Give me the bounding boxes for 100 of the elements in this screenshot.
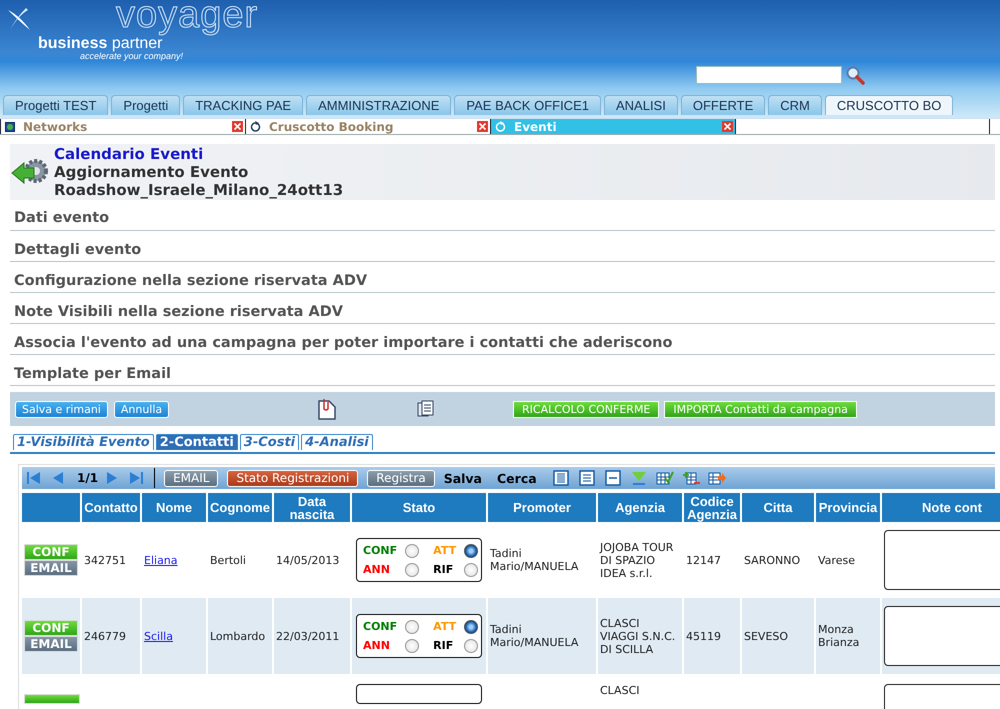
section-header[interactable]: Dettagli evento <box>10 232 995 262</box>
note-field[interactable] <box>884 606 1000 666</box>
table-cell: Tadini Mario/MANUELA <box>490 623 578 649</box>
first-page-icon[interactable] <box>26 470 42 486</box>
search-icon[interactable] <box>845 65 865 85</box>
page-subtitle: Aggiornamento Evento <box>54 163 250 181</box>
radio-button[interactable] <box>464 544 478 558</box>
column-header: Cognome <box>208 492 272 522</box>
name-link[interactable]: Eliana <box>144 554 178 566</box>
section-header[interactable]: Note Visibili nella sezione riservata ADV <box>10 294 995 324</box>
menu-tab[interactable]: Progetti <box>111 95 180 115</box>
search-field[interactable] <box>696 66 842 84</box>
close-icon[interactable] <box>722 121 733 132</box>
globe-icon <box>5 122 15 132</box>
menu-tab[interactable]: ANALISI <box>604 95 678 115</box>
logo-brand: voyager <box>116 0 258 36</box>
tab[interactable]: 1-Visibilità Evento <box>13 434 154 450</box>
table-export-icon[interactable] <box>708 470 726 486</box>
table-cell: 14/05/2013 <box>276 554 340 566</box>
column-header: Stato <box>352 492 486 522</box>
window-tab[interactable]: Cruscotto Booking <box>245 119 490 134</box>
menu-tab[interactable]: OFFERTE <box>680 95 766 115</box>
status-label: CONF <box>363 620 398 633</box>
status-label: ANN <box>363 639 391 652</box>
status-label: ATT <box>433 544 456 557</box>
lines-icon[interactable] <box>578 470 596 486</box>
radio-button[interactable] <box>405 620 420 634</box>
lines-icon[interactable] <box>552 470 570 486</box>
table-cell: 342751 <box>84 554 126 566</box>
tab[interactable]: 3-Costi <box>240 434 300 450</box>
status-label: ANN <box>363 563 391 576</box>
table-cell: SEVESO <box>744 630 788 642</box>
menu-tab[interactable]: CRUSCOTTO BO <box>824 95 954 115</box>
page-indicator: 1/1 <box>77 471 98 485</box>
table-cell: 22/03/2011 <box>276 630 340 642</box>
status-label: RIF <box>433 563 454 576</box>
close-icon[interactable] <box>232 121 243 132</box>
tab[interactable]: 2-Contatti <box>156 434 238 450</box>
radio-button[interactable] <box>464 620 478 634</box>
table-cell: 45119 <box>686 630 721 642</box>
column-header: Codice Agenzia <box>684 492 740 522</box>
note-field[interactable] <box>884 530 1000 590</box>
radio-button[interactable] <box>464 562 478 576</box>
radio-button[interactable] <box>405 544 420 558</box>
table-cell: Varese <box>818 554 855 566</box>
table-cell: Monza Brianza <box>818 623 860 649</box>
swoosh-icon <box>6 6 32 32</box>
radio-button[interactable] <box>405 638 420 652</box>
table-cell: Bertoli <box>210 554 246 566</box>
table-cell: 12147 <box>686 554 721 566</box>
logo-name: business partner <box>38 36 163 51</box>
refresh-icon <box>250 121 261 132</box>
confirm-button[interactable] <box>24 694 80 704</box>
toolbar-button[interactable]: EMAIL <box>164 470 218 486</box>
column-header: Nome <box>142 492 206 522</box>
menu-tab[interactable]: PAE BACK OFFICE1 <box>454 95 601 115</box>
window-tab[interactable]: Networks <box>0 119 245 134</box>
table-cell: Lombardo <box>210 630 266 642</box>
event-name: Roadshow_Israele_Milano_24ott13 <box>54 181 344 199</box>
window-tab-label: Cruscotto Booking <box>269 120 395 134</box>
radio-button[interactable] <box>464 638 478 652</box>
toolbar-link[interactable]: Cerca <box>497 470 537 486</box>
table-check-icon[interactable] <box>656 470 674 486</box>
filter-icon[interactable] <box>630 470 648 486</box>
page-title: Calendario Eventi <box>54 145 204 163</box>
name-link[interactable]: Scilla <box>144 630 173 642</box>
section-header[interactable]: Associa l'evento ad una campagna per poter importare i contatti che aderiscono <box>10 325 995 355</box>
section-header[interactable]: Configurazione nella sezione riservata ADV <box>10 263 995 293</box>
menu-tab[interactable]: TRACKING PAE <box>183 95 304 115</box>
column-header: Data nascita <box>274 492 350 522</box>
minus-box-icon[interactable] <box>604 470 622 486</box>
table-cell: JOJOBA TOUR DI SPAZIO IDEA s.r.l. <box>600 540 674 580</box>
menu-tab[interactable]: CRM <box>768 95 822 115</box>
refresh-icon <box>495 121 506 132</box>
window-tab-label: Networks <box>23 120 88 134</box>
status-label: CONF <box>363 544 398 557</box>
last-page-icon[interactable] <box>128 470 144 486</box>
radio-button[interactable] <box>405 562 420 576</box>
email-button[interactable]: EMAIL <box>24 560 78 576</box>
menu-tab[interactable]: Progetti TEST <box>3 95 108 115</box>
table-cell: 246779 <box>84 630 126 642</box>
logo-tagline: accelerate your company! <box>80 51 184 61</box>
table-cell: CLASCI VIAGGI S.N.C. DI SCILLA <box>600 616 676 656</box>
toolbar-link[interactable]: Salva <box>444 470 482 486</box>
status-label: RIF <box>433 639 454 652</box>
column-header: Promoter <box>488 492 596 522</box>
menu-tab[interactable]: AMMINISTRAZIONE <box>306 95 452 115</box>
list-icon[interactable] <box>417 400 435 418</box>
section-header[interactable]: Template per Email <box>10 356 995 386</box>
column-header: Agenzia <box>598 492 682 522</box>
toolbar-button[interactable]: Stato Registrazioni <box>227 470 358 486</box>
close-icon[interactable] <box>477 121 488 132</box>
table-cell: CLASCI <box>600 684 640 697</box>
column-header: Contatto <box>82 492 140 522</box>
toolbar-button[interactable]: Registra <box>367 470 435 486</box>
tab[interactable]: 4-Analisi <box>301 434 373 450</box>
section-header[interactable]: Dati evento <box>10 200 995 231</box>
email-button[interactable]: EMAIL <box>24 636 78 652</box>
table-add-remove-icon[interactable] <box>682 470 700 486</box>
column-header: Provincia <box>816 492 880 522</box>
